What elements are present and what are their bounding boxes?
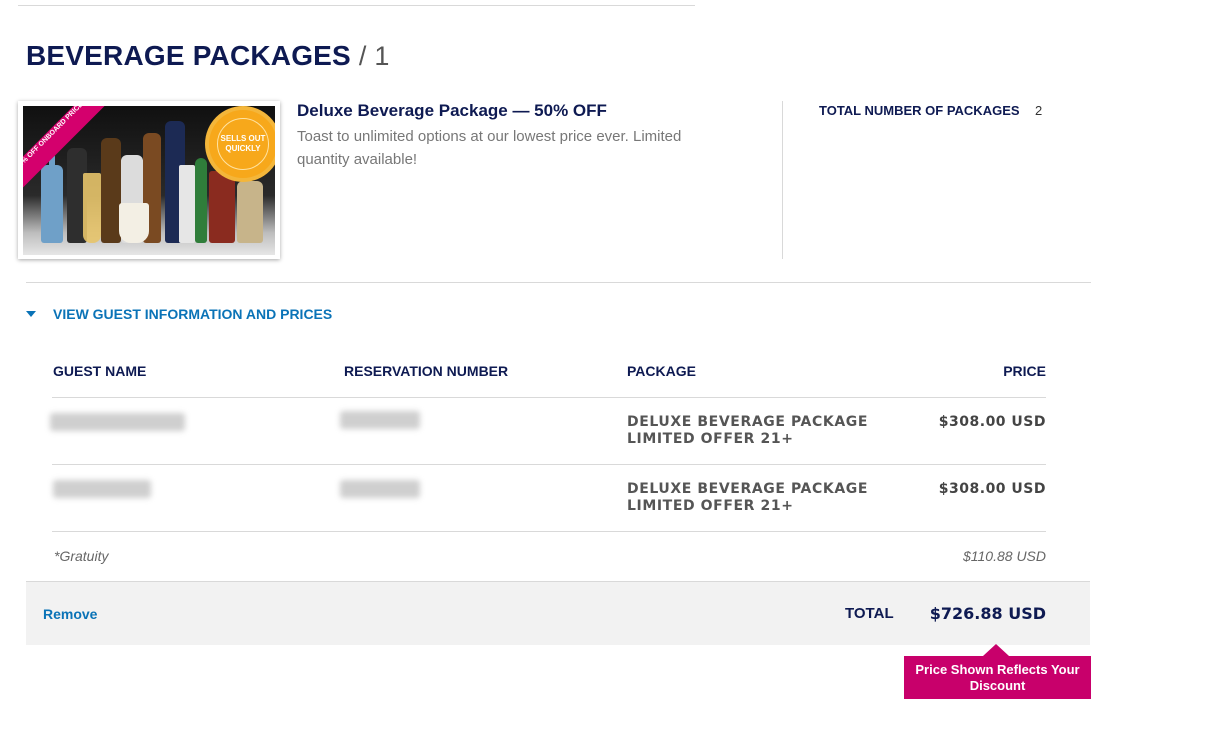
column-header-guest-name: GUEST NAME (53, 363, 147, 379)
reservation-number-redacted (340, 411, 420, 429)
product-image: 50% OFF ONBOARD PRICES SELLS OUT QUICKLY (18, 101, 280, 259)
guest-name-redacted (50, 413, 185, 431)
package-description: Toast to unlimited options at our lowest… (297, 128, 682, 168)
total-value: $726.88 USD (929, 604, 1046, 623)
view-guest-info-toggle[interactable]: VIEW GUEST INFORMATION AND PRICES (26, 306, 332, 322)
sells-out-badge-text: SELLS OUT QUICKLY (220, 134, 266, 153)
column-header-reservation-number: RESERVATION NUMBER (344, 363, 509, 379)
total-packages-value: 2 (1035, 103, 1043, 118)
caret-down-icon (26, 311, 36, 317)
top-divider (18, 5, 695, 6)
package-cell: DELUXE BEVERAGE PACKAGE LIMITED OFFER 21… (627, 414, 869, 447)
row-divider (52, 397, 1046, 398)
row-divider (52, 531, 1046, 532)
gratuity-value: $110.88 USD (962, 548, 1046, 564)
vertical-divider (782, 101, 783, 259)
row-divider (52, 464, 1046, 465)
section-divider (26, 282, 1091, 283)
total-label: TOTAL (845, 605, 894, 622)
gratuity-label: *Gratuity (54, 548, 109, 564)
section-title-text: BEVERAGE PACKAGES (26, 40, 351, 71)
guest-name-redacted (53, 480, 151, 498)
discount-tooltip-text: Price Shown Reflects Your Discount (915, 661, 1080, 693)
sells-out-badge: SELLS OUT QUICKLY (209, 110, 275, 178)
package-title: Deluxe Beverage Package — 50% OFF (297, 101, 607, 120)
price-cell: $308.00 USD (938, 414, 1046, 430)
discount-tooltip: Price Shown Reflects Your Discount (904, 656, 1091, 699)
section-title: BEVERAGE PACKAGES / 1 (26, 40, 390, 72)
column-header-price: PRICE (1003, 363, 1046, 379)
price-cell: $308.00 USD (938, 481, 1046, 497)
remove-link[interactable]: Remove (43, 606, 97, 622)
section-count: / 1 (358, 41, 390, 71)
view-guest-info-label: VIEW GUEST INFORMATION AND PRICES (53, 306, 333, 322)
reservation-number-redacted (340, 480, 420, 498)
package-cell: DELUXE BEVERAGE PACKAGE LIMITED OFFER 21… (627, 481, 869, 514)
total-packages-label: TOTAL NUMBER OF PACKAGES (819, 103, 1020, 118)
tooltip-arrow (983, 644, 1009, 656)
column-header-package: PACKAGE (627, 363, 696, 379)
beverage-photo: 50% OFF ONBOARD PRICES SELLS OUT QUICKLY (23, 106, 275, 255)
